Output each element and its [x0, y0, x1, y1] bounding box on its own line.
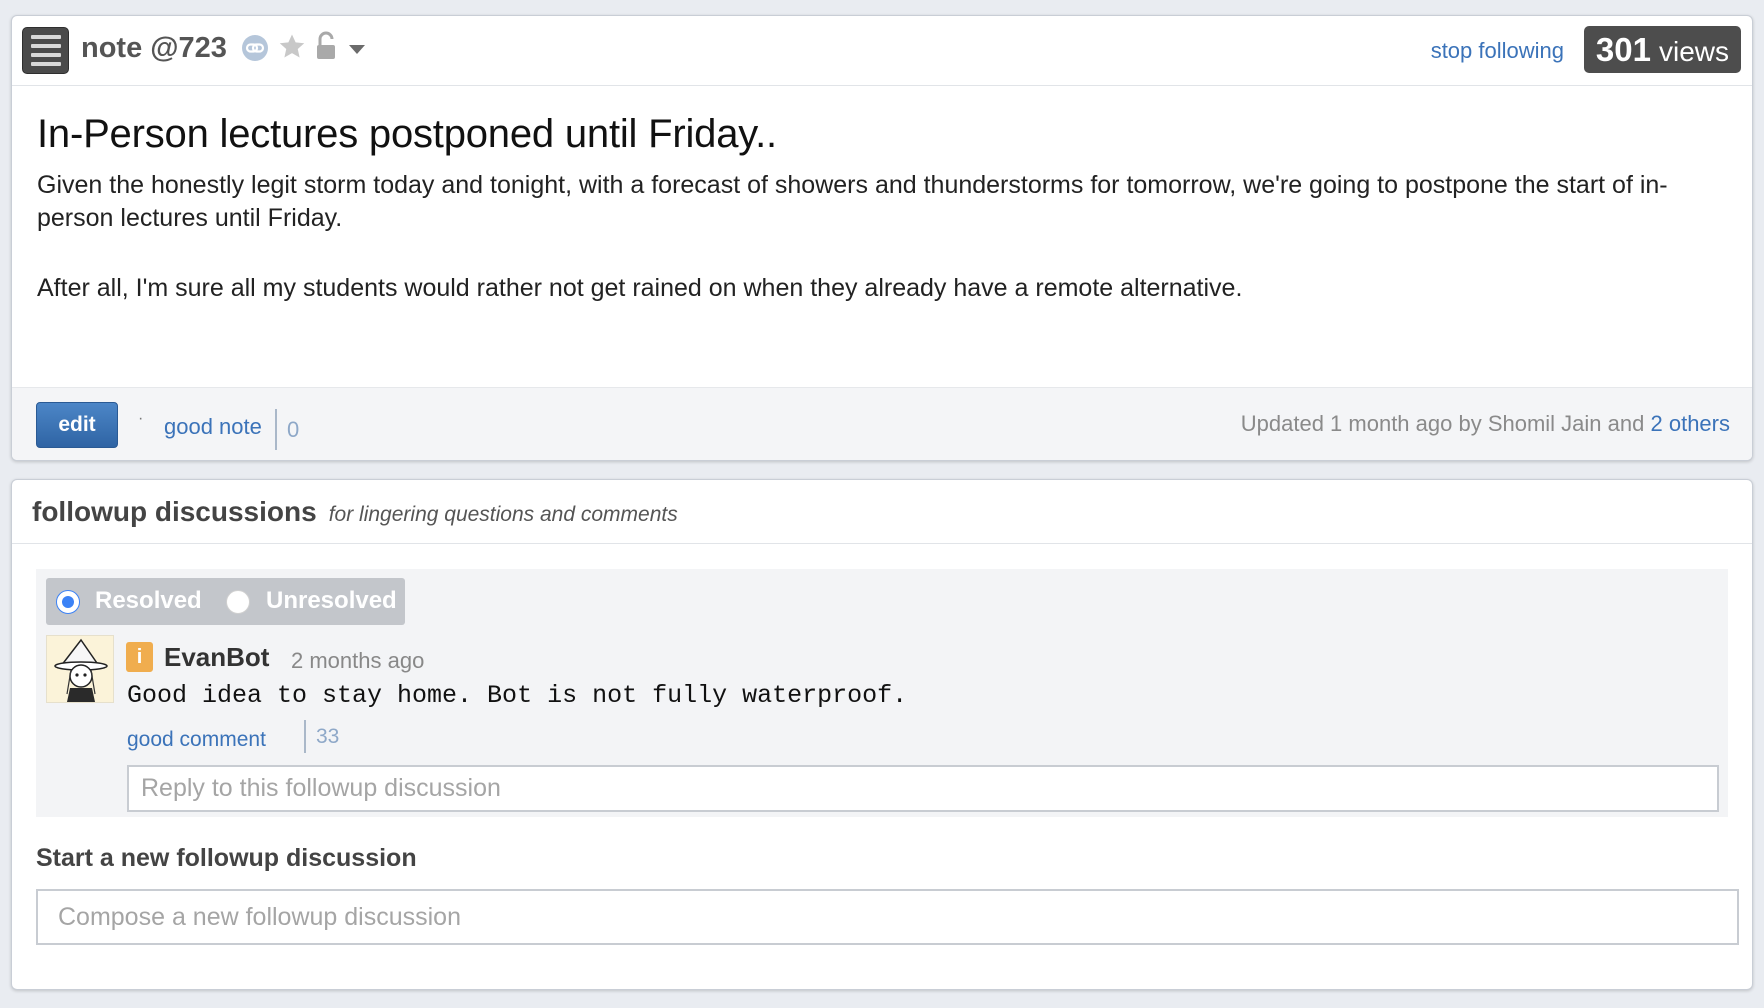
note-header: note @723 stop following 301 views [12, 16, 1752, 86]
good-comment-button[interactable]: good comment [127, 728, 266, 752]
followup-subtitle: for lingering questions and comments [328, 503, 678, 526]
caret-down-icon[interactable] [348, 44, 366, 56]
updated-info: Updated 1 month ago by Shomil Jain and 2… [1241, 411, 1730, 437]
link-icon[interactable] [241, 34, 269, 62]
avatar [46, 635, 114, 703]
note-paragraph: After all, I'm sure all my students woul… [37, 274, 1243, 302]
resolved-label[interactable]: Resolved [95, 587, 202, 615]
views-label: views [1658, 36, 1729, 67]
reply-input[interactable] [127, 765, 1719, 812]
followup-card: followup discussions for lingering quest… [11, 479, 1753, 990]
note-body: In-Person lectures postponed until Frida… [37, 112, 1727, 305]
updated-text: Updated 1 month ago by Shomil Jain and [1240, 411, 1645, 436]
views-badge: 301 views [1583, 26, 1741, 73]
comment-text: Good idea to stay home. Bot is not fully… [127, 681, 908, 710]
dot-separator: · [138, 410, 144, 427]
compose-input[interactable] [36, 889, 1739, 945]
note-title: In-Person lectures postponed until Frida… [37, 112, 777, 156]
good-note-count: 0 [275, 409, 299, 450]
good-comment-count: 33 [304, 720, 339, 753]
resolved-radio[interactable] [56, 590, 80, 614]
comment-author: EvanBot [164, 642, 270, 672]
note-card: note @723 stop following 301 views In-Pe… [11, 15, 1753, 461]
instructor-badge: i [126, 642, 153, 672]
followup-thread: Resolved Unresolved i EvanBot 2 months a… [36, 569, 1728, 817]
star-icon[interactable] [277, 32, 307, 62]
note-id-label: note @723 [81, 32, 227, 64]
menu-icon[interactable] [22, 27, 69, 74]
unresolved-radio[interactable] [226, 590, 250, 614]
edit-button[interactable]: edit [36, 402, 118, 448]
new-followup-label: Start a new followup discussion [36, 844, 417, 872]
note-footer: edit · good note 0 Updated 1 month ago b… [12, 387, 1752, 460]
views-count: 301 [1595, 31, 1651, 68]
comment-time: 2 months ago [291, 648, 425, 673]
unresolved-label[interactable]: Unresolved [266, 587, 397, 615]
good-note-button[interactable]: good note [164, 414, 262, 440]
resolve-toggle: Resolved Unresolved [46, 578, 405, 625]
unlock-icon[interactable] [315, 31, 339, 61]
stop-following-link[interactable]: stop following [1431, 38, 1564, 64]
followup-header: followup discussions for lingering quest… [12, 480, 1752, 544]
others-link[interactable]: 2 others [1651, 411, 1731, 436]
followup-title: followup discussions [32, 496, 317, 527]
bot-avatar-image [54, 638, 108, 702]
note-paragraph: Given the honestly legit storm today and… [37, 171, 1668, 232]
